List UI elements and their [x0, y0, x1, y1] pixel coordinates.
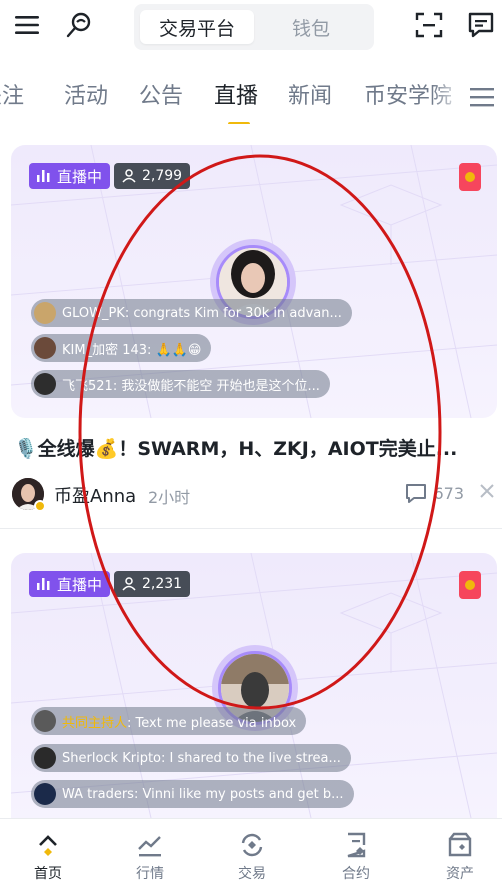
chat-message: GLOW_PK: congrats Kim for 30k in advan..… [31, 299, 352, 327]
platform-switcher: 交易平台 钱包 [134, 4, 374, 50]
nav-trade[interactable]: 交易 [212, 831, 292, 883]
chat-message: WA traders: Vinni like my posts and get … [31, 780, 354, 808]
comment-count[interactable]: 673 [405, 482, 464, 504]
active-tab-indicator [228, 122, 250, 124]
segment-exchange[interactable]: 交易平台 [140, 10, 254, 44]
live-card[interactable]: 直播中 2,799 GLOW_PK: congrats Kim for 30k … [11, 145, 497, 418]
live-label: 直播中 [57, 575, 103, 594]
post-time: 2小时 [148, 488, 191, 507]
nav-label: 资产 [446, 866, 474, 882]
trade-icon [241, 833, 263, 857]
comment-text: 我没做能不能空 开始也是这个位... [121, 378, 320, 394]
post-meta: 币盈Anna 2小时 673 [12, 476, 498, 512]
nav-assets[interactable]: 资产 [420, 831, 500, 883]
live-label: 直播中 [57, 167, 103, 186]
comment-icon [406, 484, 427, 503]
author-name[interactable]: 币盈Anna [54, 482, 136, 508]
feed-tabs: 关注 活动 公告 直播 新闻 币安学院 [0, 68, 502, 124]
post-title[interactable]: 🎙️全线爆💰！SWARM，H、ZKJ，AIOT完美止... [14, 434, 494, 461]
viewer-count-badge: 2,231 [114, 571, 191, 597]
scan-icon[interactable] [414, 10, 444, 40]
viewer-count: 2,231 [142, 576, 183, 592]
commenter-name: WA traders [62, 786, 134, 802]
user-icon [122, 577, 136, 591]
nav-markets[interactable]: 行情 [110, 831, 190, 883]
comment-text: I shared to the live strea... [169, 750, 341, 766]
tab-following[interactable]: 关注 [0, 78, 24, 110]
commenter-avatar [34, 710, 56, 732]
chat-message: KIM_加密 143: 🙏🙏😁 [31, 334, 212, 362]
message-icon[interactable] [466, 10, 496, 40]
close-icon[interactable] [478, 482, 496, 504]
comment-count-value: 673 [433, 483, 464, 503]
comment-text: congrats Kim for 30k in advan... [133, 305, 342, 321]
user-icon [122, 169, 136, 183]
comment-text: Text me please via inbox [135, 715, 297, 731]
live-bars-icon [37, 578, 50, 590]
commenter-name: GLOW_PK [62, 305, 125, 321]
feed-divider [0, 528, 502, 529]
tabs-more-icon[interactable] [470, 86, 494, 112]
tab-live[interactable]: 直播 [214, 78, 258, 110]
bottom-nav: 首页 行情 交易 合约 资产 [0, 818, 502, 890]
tab-news[interactable]: 新闻 [288, 78, 332, 110]
commenter-name: KIM_加密 143 [62, 342, 148, 358]
nav-home[interactable]: 首页 [8, 831, 88, 883]
tab-activity[interactable]: 活动 [64, 78, 108, 110]
futures-icon [347, 832, 366, 858]
commenter-avatar [34, 373, 56, 395]
red-packet-icon[interactable] [459, 571, 481, 599]
chat-message: 飞飞521: 我没做能不能空 开始也是这个位... [31, 370, 330, 398]
nav-label: 交易 [238, 866, 266, 882]
segment-wallet[interactable]: 钱包 [254, 10, 368, 44]
nav-label: 合约 [342, 866, 370, 882]
commenter-name: 共同主持人 [62, 715, 128, 731]
comment-text: 🙏🙏😁 [155, 342, 202, 358]
verified-badge-icon [34, 500, 46, 512]
commenter-avatar [34, 302, 56, 324]
nav-label: 首页 [34, 866, 62, 882]
commenter-name: Sherlock Kripto [62, 750, 161, 766]
commenter-avatar [34, 783, 56, 805]
live-badge: 直播中 [29, 163, 111, 189]
viewer-count-badge: 2,799 [114, 163, 191, 189]
wallet-icon [448, 832, 472, 857]
support-icon[interactable] [64, 10, 94, 40]
menu-icon[interactable] [12, 10, 42, 40]
chat-message: 共同主持人: Text me please via inbox [31, 707, 307, 735]
top-bar: 交易平台 钱包 [0, 0, 502, 56]
markets-icon [138, 836, 161, 857]
live-bars-icon [37, 170, 50, 182]
live-card[interactable]: 直播中 2,231 共同主持人: Text me please via inbo… [11, 553, 497, 818]
commenter-avatar [34, 337, 56, 359]
live-badge: 直播中 [29, 571, 111, 597]
comment-text: Vinni like my posts and get b... [142, 786, 344, 802]
nav-futures[interactable]: 合约 [316, 831, 396, 883]
viewer-count: 2,799 [142, 168, 183, 184]
red-packet-icon[interactable] [459, 163, 481, 191]
commenter-avatar [34, 747, 56, 769]
tab-announcements[interactable]: 公告 [139, 78, 183, 110]
home-icon [39, 835, 57, 856]
nav-label: 行情 [136, 866, 164, 882]
commenter-name: 飞飞521 [62, 378, 113, 394]
chat-message: Sherlock Kripto: I shared to the live st… [31, 744, 351, 772]
